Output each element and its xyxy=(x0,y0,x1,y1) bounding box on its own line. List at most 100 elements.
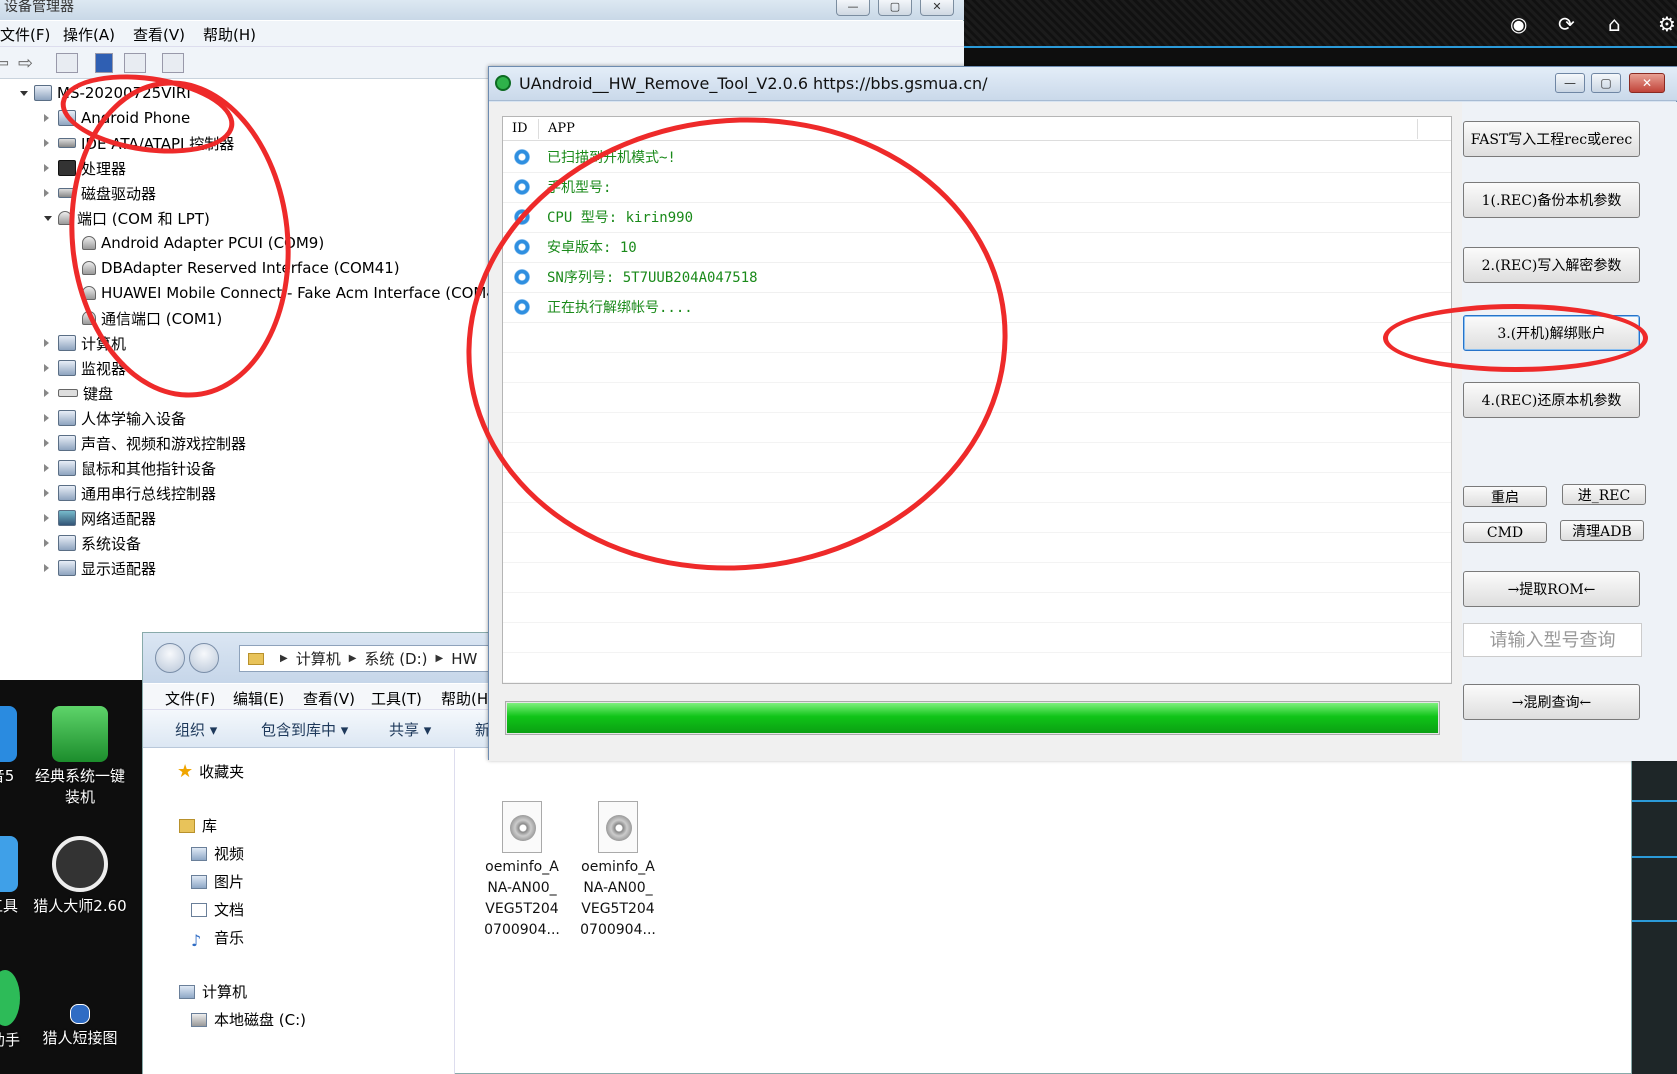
log-row[interactable]: 已扫描到开机模式~! xyxy=(503,142,1451,173)
enter-rec-button[interactable]: 进_REC xyxy=(1562,484,1646,505)
device-tree-item[interactable]: 人体学输入设备 xyxy=(44,407,186,429)
menu-help[interactable]: 帮助(H) xyxy=(203,24,256,45)
clean-adb-button[interactable]: 清理ADB xyxy=(1560,520,1644,541)
log-list[interactable]: ID APP 已扫描到开机模式~! 手机型号: CPU 型号: kirin990 安卓… xyxy=(502,116,1452,684)
device-tree-item[interactable]: 系统设备 xyxy=(44,532,141,554)
extract-rom-button[interactable]: →提取ROM← xyxy=(1463,571,1640,607)
desktop-icon-partial[interactable]: 助手 xyxy=(0,970,30,1051)
home-icon[interactable]: ⌂ xyxy=(1608,12,1621,36)
backup-params-button[interactable]: 1(.REC)备份本机参数 xyxy=(1463,182,1640,218)
log-row[interactable]: CPU 型号: kirin990 xyxy=(503,202,1451,233)
expand-arrow-icon[interactable] xyxy=(44,139,49,147)
device-tree-item[interactable]: 监视器 xyxy=(44,357,126,379)
device-tree-item[interactable]: 通信端口 (COM1) xyxy=(82,307,222,329)
sidebar-documents[interactable]: 文档 xyxy=(191,899,244,920)
fast-write-rec-button[interactable]: FAST写入工程rec或erec xyxy=(1463,121,1640,157)
device-tree-item[interactable]: HUAWEI Mobile Connect - Fake Acm Interfa… xyxy=(82,282,511,304)
expand-arrow-icon[interactable] xyxy=(44,564,49,572)
breadcrumb-drive[interactable]: 系统 (D:) xyxy=(364,648,427,669)
sidebar-pictures[interactable]: 图片 xyxy=(191,871,244,892)
view-icon[interactable] xyxy=(124,53,146,73)
menu-tools[interactable]: 工具(T) xyxy=(371,688,422,709)
device-tree-item[interactable]: 磁盘驱动器 xyxy=(44,182,156,204)
desktop-icon-hunter-master[interactable]: 猎人大师2.60 xyxy=(28,836,132,917)
restore-params-button[interactable]: 4.(REC)还原本机参数 xyxy=(1463,382,1640,418)
gear-icon[interactable]: ⚙ xyxy=(1658,12,1676,36)
maximize-button[interactable]: ▢ xyxy=(1591,73,1621,93)
log-row[interactable]: 正在执行解绑帐号.... xyxy=(503,292,1451,323)
breadcrumb-folder[interactable]: HW xyxy=(451,650,477,668)
expand-arrow-icon[interactable] xyxy=(44,114,49,122)
refresh-icon[interactable]: ⟳ xyxy=(1558,12,1575,36)
reboot-button[interactable]: 重启 xyxy=(1463,486,1547,507)
back-icon[interactable]: ⇦ xyxy=(0,53,16,74)
desktop-icon-shortcut-diagram[interactable]: 猎人短接图 xyxy=(34,1004,126,1049)
minimize-button[interactable]: — xyxy=(1555,73,1585,93)
forward-icon[interactable]: ⇨ xyxy=(18,53,40,74)
properties-icon[interactable] xyxy=(56,53,78,73)
include-library-button[interactable]: 包含到库中 ▾ xyxy=(261,719,348,740)
expand-arrow-icon[interactable] xyxy=(44,364,49,372)
forward-button[interactable] xyxy=(189,643,219,673)
device-tree-item[interactable]: Android Adapter PCUI (COM9) xyxy=(82,232,324,254)
device-tree-item[interactable]: 声音、视频和游戏控制器 xyxy=(44,432,246,454)
expand-arrow-icon[interactable] xyxy=(44,539,49,547)
expand-arrow-icon[interactable] xyxy=(44,439,49,447)
minimize-button[interactable]: — xyxy=(836,0,870,16)
column-id[interactable]: ID xyxy=(512,121,528,136)
model-search-input[interactable] xyxy=(1463,623,1642,657)
cmd-button[interactable]: CMD xyxy=(1463,522,1547,543)
menu-file[interactable]: 文件(F) xyxy=(0,24,50,45)
device-tree-item[interactable]: Android Phone xyxy=(44,107,190,129)
menu-edit[interactable]: 编辑(E) xyxy=(233,688,284,709)
device-tree-item[interactable]: MS-20200725VIRI xyxy=(20,82,191,104)
close-button[interactable]: ✕ xyxy=(920,0,954,16)
sidebar-drive-c[interactable]: 本地磁盘 (C:) xyxy=(191,1009,306,1030)
mixed-flash-query-button[interactable]: →混刷查询← xyxy=(1463,684,1640,720)
expand-arrow-icon[interactable] xyxy=(44,464,49,472)
menu-help[interactable]: 帮助(H) xyxy=(441,688,494,709)
desktop-icon-partial[interactable]: 工具 xyxy=(0,836,28,917)
device-tree-item[interactable]: 端口 (COM 和 LPT) xyxy=(44,207,210,229)
maximize-button[interactable]: ▢ xyxy=(878,0,912,16)
sidebar-videos[interactable]: 视频 xyxy=(191,843,244,864)
write-decrypt-params-button[interactable]: 2.(REC)写入解密参数 xyxy=(1463,247,1640,283)
log-row[interactable]: SN序列号: 5T7UUB204A047518 xyxy=(503,262,1451,293)
menu-view[interactable]: 查看(V) xyxy=(133,24,185,45)
organize-button[interactable]: 组织 ▾ xyxy=(175,719,217,740)
file-item[interactable]: oeminfo_A NA-AN00_ VEG5T204 0700904... xyxy=(477,801,567,941)
menu-action[interactable]: 操作(A) xyxy=(63,24,115,45)
scan-hardware-icon[interactable] xyxy=(162,53,184,73)
device-tree-item[interactable]: 通用串行总线控制器 xyxy=(44,482,216,504)
breadcrumb-computer[interactable]: 计算机 xyxy=(296,648,341,669)
expand-arrow-icon[interactable] xyxy=(44,189,49,197)
back-button[interactable] xyxy=(155,643,185,673)
expand-arrow-icon[interactable] xyxy=(44,389,49,397)
close-button[interactable]: ✕ xyxy=(1629,73,1665,93)
share-button[interactable]: 共享 ▾ xyxy=(389,719,431,740)
log-row[interactable]: 手机型号: xyxy=(503,172,1451,203)
menu-view[interactable]: 查看(V) xyxy=(303,688,355,709)
file-item[interactable]: oeminfo_A NA-AN00_ VEG5T204 0700904... xyxy=(573,801,663,941)
collapse-arrow-icon[interactable] xyxy=(44,216,52,221)
device-tree-item[interactable]: IDE ATA/ATAPI 控制器 xyxy=(44,132,234,154)
device-tree-item[interactable]: 键盘 xyxy=(44,382,113,404)
desktop-icon-installer[interactable]: 经典系统一键 装机 xyxy=(30,706,130,808)
expand-arrow-icon[interactable] xyxy=(44,339,49,347)
device-tree-item[interactable]: 处理器 xyxy=(44,157,126,179)
expand-arrow-icon[interactable] xyxy=(44,414,49,422)
device-tree-item[interactable]: 鼠标和其他指针设备 xyxy=(44,457,216,479)
sidebar-computer[interactable]: 计算机 xyxy=(179,981,247,1002)
expand-arrow-icon[interactable] xyxy=(44,514,49,522)
column-app[interactable]: APP xyxy=(548,121,575,136)
device-tree-item[interactable]: DBAdapter Reserved Interface (COM41) xyxy=(82,257,400,279)
log-row[interactable]: 安卓版本: 10 xyxy=(503,232,1451,263)
sidebar-library[interactable]: 库 xyxy=(179,815,217,836)
device-tree-item[interactable]: 网络适配器 xyxy=(44,507,156,529)
help-icon[interactable] xyxy=(95,53,113,73)
sidebar-music[interactable]: ♪ 音乐 xyxy=(191,927,244,950)
device-tree-item[interactable]: 计算机 xyxy=(44,332,126,354)
expand-arrow-icon[interactable] xyxy=(44,164,49,172)
desktop-icon-partial[interactable]: 音5 xyxy=(0,706,22,787)
collapse-arrow-icon[interactable] xyxy=(20,91,28,96)
